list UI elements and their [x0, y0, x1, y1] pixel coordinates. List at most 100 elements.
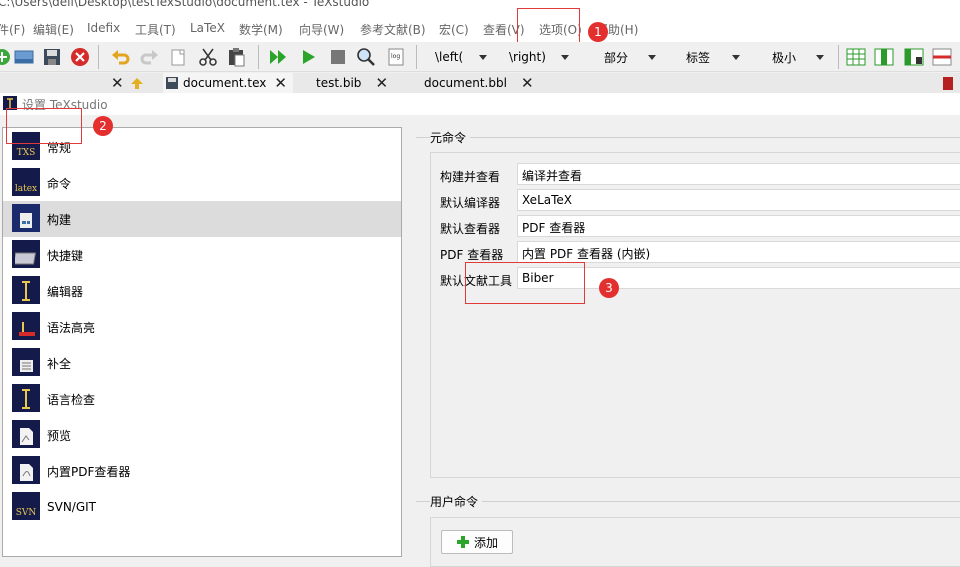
build-view-label: 构建并查看	[440, 170, 501, 184]
category-commands[interactable]: latex 命令	[3, 165, 401, 201]
tab-label: document.bbl	[424, 76, 507, 90]
tab-document-tex[interactable]: document.tex ✕	[163, 73, 293, 93]
label-combo-value: 标签	[686, 50, 711, 65]
right-delimiter-value: \right)	[509, 50, 546, 64]
dialog-title-bar: 设置 TeXstudio	[0, 93, 960, 115]
svg-text:log: log	[391, 53, 400, 60]
window-title: C:\Users\dell\Desktop\testTexStudio\docu…	[0, 0, 370, 9]
toolbar-separator	[838, 45, 839, 69]
annotation-box-1	[517, 8, 580, 44]
preview-icon	[12, 420, 40, 448]
build-view-field[interactable]: 编译并查看	[517, 163, 960, 185]
menu-edit[interactable]: 编辑(E)	[33, 21, 74, 38]
category-internal-pdf-viewer[interactable]: 内置PDF查看器	[3, 453, 401, 489]
table-column-icon[interactable]	[872, 45, 896, 69]
size-combo-value: 极小	[772, 50, 797, 65]
view-icon[interactable]	[354, 45, 378, 69]
category-editor[interactable]: 编辑器	[3, 273, 401, 309]
annotation-badge-3: 3	[599, 278, 619, 298]
toolbar: log \left( \right) 部分 标签 极小	[0, 42, 960, 72]
category-label: 语法高亮	[47, 320, 96, 335]
copy-icon[interactable]	[166, 45, 190, 69]
bookmark-icon	[130, 73, 144, 93]
left-delimiter-value: \left(	[435, 50, 464, 64]
menu-file[interactable]: 件(F)	[0, 21, 25, 38]
default-compiler-field[interactable]: XeLaTeX	[517, 189, 960, 211]
group-divider	[416, 501, 960, 502]
menu-macros[interactable]: 宏(C)	[439, 21, 469, 38]
close-icon[interactable]: ✕	[274, 74, 287, 92]
table-delete-icon[interactable]	[930, 45, 954, 69]
save-icon[interactable]	[40, 45, 64, 69]
category-build[interactable]: 构建	[3, 201, 401, 237]
side-panel-close[interactable]: ✕	[103, 73, 124, 93]
stop-icon[interactable]	[326, 45, 350, 69]
category-syntax-highlighting[interactable]: 语法高亮	[3, 309, 401, 345]
text-cursor-icon	[12, 276, 40, 304]
close-icon[interactable]: ✕	[375, 74, 388, 92]
undo-icon[interactable]	[108, 45, 132, 69]
group-divider	[416, 137, 960, 138]
size-combo[interactable]: 极小	[758, 45, 830, 69]
open-icon[interactable]	[12, 45, 36, 69]
menu-idefix[interactable]: Idefix	[87, 21, 120, 35]
pdf-viewer-field[interactable]: 内置 PDF 查看器 (内嵌)	[517, 241, 960, 263]
add-command-button[interactable]: 添加	[441, 530, 513, 554]
highlight-icon	[12, 312, 40, 340]
annotation-box-2	[6, 108, 82, 144]
menu-bar: 件(F) 编辑(E) Idefix 工具(T) LaTeX 数学(M) 向导(W…	[0, 8, 960, 44]
menu-wizard[interactable]: 向导(W)	[299, 21, 344, 38]
latex-icon: latex	[12, 168, 40, 196]
category-shortcuts[interactable]: 快捷键	[3, 237, 401, 273]
default-viewer-field[interactable]: PDF 查看器	[517, 215, 960, 237]
category-label: 补全	[47, 356, 72, 371]
right-delimiter-combo[interactable]: \right)	[497, 45, 575, 69]
tab-label: document.tex	[183, 76, 267, 90]
table-row-icon[interactable]	[844, 45, 868, 69]
tab-test-bib[interactable]: test.bib ✕	[316, 73, 388, 93]
close-doc-icon[interactable]	[68, 45, 92, 69]
pdf-viewer-icon	[12, 456, 40, 484]
build-view-icon[interactable]	[266, 45, 290, 69]
cut-icon[interactable]	[196, 45, 220, 69]
redo-icon[interactable]	[138, 45, 162, 69]
section-combo[interactable]: 部分	[590, 45, 662, 69]
tab-document-bbl[interactable]: document.bbl ✕	[424, 73, 534, 93]
svn-icon: SVN	[12, 492, 40, 520]
category-svn-git[interactable]: SVN SVN/GIT	[3, 489, 401, 525]
annotation-badge-2: 2	[93, 116, 113, 136]
document-tab-bar: ✕ document.tex ✕ test.bib ✕ document.bbl…	[0, 73, 960, 93]
category-completion[interactable]: 补全	[3, 345, 401, 381]
category-label: 编辑器	[47, 284, 84, 299]
plus-icon	[456, 536, 469, 548]
close-icon: ✕	[111, 74, 124, 92]
table-cell-icon[interactable]	[902, 45, 926, 69]
menu-tools[interactable]: 工具(T)	[135, 21, 176, 38]
meta-commands-group-title: 元命令	[430, 129, 471, 146]
paste-icon[interactable]	[224, 45, 248, 69]
category-label: SVN/GIT	[47, 500, 97, 514]
category-label: 语言检查	[47, 392, 96, 407]
user-commands-group-title: 用户命令	[430, 493, 483, 510]
category-language-check[interactable]: 语言检查	[3, 381, 401, 417]
default-compiler-label: 默认编译器	[440, 196, 501, 210]
section-combo-value: 部分	[604, 50, 629, 65]
menu-math[interactable]: 数学(M)	[239, 21, 283, 38]
completion-icon	[12, 348, 40, 376]
label-combo[interactable]: 标签	[672, 45, 746, 69]
log-icon[interactable]: log	[384, 45, 408, 69]
compile-icon[interactable]	[296, 45, 320, 69]
settings-category-list: TXS 常规 latex 命令 构建 快捷键 编辑器 语法高亮 补全 语言检查 …	[2, 108, 402, 557]
category-label: 命令	[47, 176, 72, 191]
close-icon[interactable]: ✕	[521, 74, 534, 92]
bookmark-red-icon	[943, 73, 953, 93]
category-label: 预览	[47, 428, 72, 443]
category-preview[interactable]: 预览	[3, 417, 401, 453]
menu-latex[interactable]: LaTeX	[190, 21, 225, 35]
window-title-bar: C:\Users\dell\Desktop\testTexStudio\docu…	[0, 0, 960, 12]
default-viewer-label: 默认查看器	[440, 222, 501, 236]
left-delimiter-combo[interactable]: \left(	[423, 45, 493, 69]
menu-bibliography[interactable]: 参考文献(B)	[360, 21, 426, 38]
category-label: 内置PDF查看器	[47, 464, 131, 479]
toolbar-separator	[416, 45, 417, 69]
